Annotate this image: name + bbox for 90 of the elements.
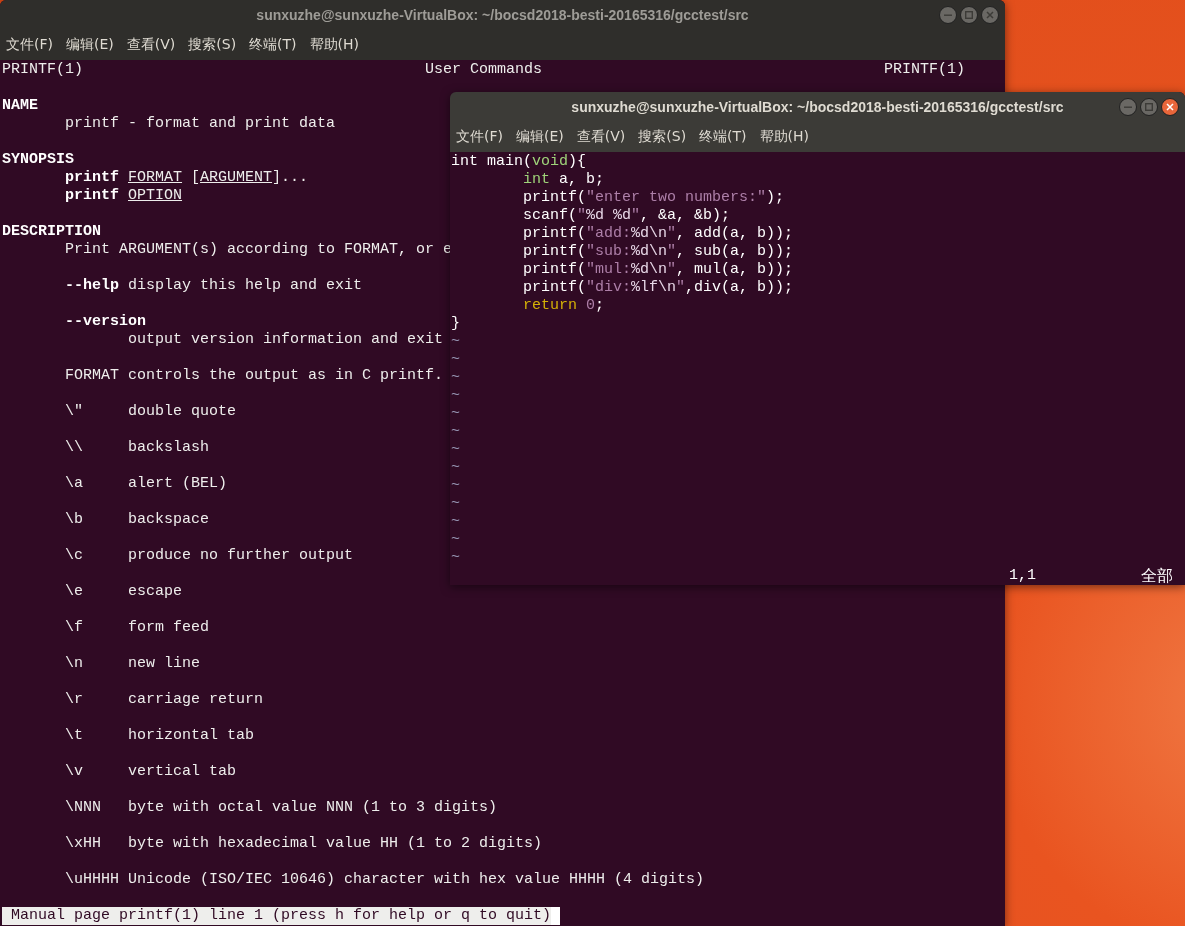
code-line: int main(void){ bbox=[451, 153, 587, 171]
escape-description: produce no further output bbox=[128, 547, 354, 565]
section-heading: DESCRIPTION bbox=[2, 223, 102, 241]
window-title: sunxuzhe@sunxuzhe-VirtualBox: ~/bocsd2018-besti-20165316/gcctest/src bbox=[571, 99, 1064, 115]
escape-description: form feed bbox=[128, 619, 209, 637]
escape-code: \t bbox=[65, 727, 84, 745]
maximize-icon bbox=[965, 11, 973, 19]
empty-line-marker: ~ bbox=[451, 423, 460, 441]
escape-description: new line bbox=[128, 655, 200, 673]
section-heading: SYNOPSIS bbox=[2, 151, 74, 169]
man-text: printf OPTION bbox=[64, 187, 183, 205]
empty-line-marker: ~ bbox=[451, 531, 460, 549]
empty-line-marker: ~ bbox=[451, 513, 460, 531]
escape-code: \uHHHH bbox=[65, 871, 120, 889]
escape-description: byte with hexadecimal value HH (1 to 2 digits) bbox=[128, 835, 543, 853]
escape-description: horizontal tab bbox=[128, 727, 255, 745]
scroll-position: 全部 bbox=[1141, 567, 1173, 585]
menu-item[interactable]: 文件(F) bbox=[456, 128, 503, 146]
escape-code: \a bbox=[65, 475, 84, 493]
man-text: --version bbox=[64, 313, 146, 331]
escape-code: \\ bbox=[65, 439, 84, 457]
escape-code: \n bbox=[65, 655, 84, 673]
code-line: printf("enter two numbers:"); bbox=[522, 189, 785, 207]
empty-line-marker: ~ bbox=[451, 369, 460, 387]
empty-line-marker: ~ bbox=[451, 459, 460, 477]
man-text: printf - format and print data bbox=[64, 115, 336, 133]
empty-line-marker: ~ bbox=[451, 549, 460, 567]
pager-status: Manual page printf(1) line 1 (press h for help or q to quit) bbox=[2, 907, 552, 925]
escape-code: \c bbox=[65, 547, 84, 565]
menu-item[interactable]: 编辑(E) bbox=[516, 128, 564, 146]
escape-code: \e bbox=[65, 583, 84, 601]
man-text: output version information and exit bbox=[127, 331, 444, 349]
man-text: printf FORMAT [ARGUMENT]... bbox=[64, 169, 309, 187]
empty-line-marker: ~ bbox=[451, 477, 460, 495]
minimize-button[interactable] bbox=[939, 6, 957, 24]
text-cursor bbox=[551, 907, 561, 925]
code-line: printf("add:%d\n", add(a, b)); bbox=[522, 225, 794, 243]
code-line: } bbox=[451, 315, 460, 333]
empty-line-marker: ~ bbox=[451, 495, 460, 513]
escape-description: Unicode (ISO/IEC 10646) character with hex value HHHH (4 digits) bbox=[128, 871, 705, 889]
escape-code: \NNN bbox=[65, 799, 102, 817]
maximize-icon bbox=[1145, 103, 1153, 111]
escape-description: carriage return bbox=[128, 691, 264, 709]
menu-item[interactable]: 帮助(H) bbox=[309, 36, 360, 54]
menu-item[interactable]: 终端(T) bbox=[699, 128, 747, 146]
menu-item[interactable]: 搜索(S) bbox=[188, 36, 237, 54]
escape-code: \r bbox=[65, 691, 84, 709]
code-line: printf("sub:%d\n", sub(a, b)); bbox=[522, 243, 794, 261]
cursor-position: 1,1 bbox=[1009, 567, 1036, 585]
code-line: return 0; bbox=[522, 297, 605, 315]
escape-description: vertical tab bbox=[128, 763, 237, 781]
escape-description: byte with octal value NNN (1 to 3 digits) bbox=[128, 799, 498, 817]
man-text: --help display this help and exit bbox=[64, 277, 363, 295]
man-text: FORMAT controls the output as in C printf. bbox=[64, 367, 444, 385]
section-heading: NAME bbox=[2, 97, 38, 115]
maximize-button[interactable] bbox=[960, 6, 978, 24]
escape-code: \" bbox=[65, 403, 84, 421]
menu-item[interactable]: 查看(V) bbox=[126, 36, 176, 54]
empty-line-marker: ~ bbox=[451, 441, 460, 459]
escape-description: alert (BEL) bbox=[128, 475, 228, 493]
escape-code: \xHH bbox=[65, 835, 102, 853]
menu-item[interactable]: 文件(F) bbox=[6, 36, 53, 54]
man-header: PRINTF(1) bbox=[884, 61, 965, 79]
menu-item[interactable]: 编辑(E) bbox=[66, 36, 114, 54]
escape-description: double quote bbox=[128, 403, 237, 421]
escape-description: backslash bbox=[128, 439, 209, 457]
escape-code: \v bbox=[65, 763, 84, 781]
escape-description: backspace bbox=[128, 511, 209, 529]
empty-line-marker: ~ bbox=[451, 405, 460, 423]
code-line: scanf("%d %d", &a, &b); bbox=[522, 207, 731, 225]
escape-description: escape bbox=[128, 583, 182, 601]
close-icon bbox=[1166, 103, 1174, 111]
code-line: printf("div:%lf\n",div(a, b)); bbox=[522, 279, 794, 297]
empty-line-marker: ~ bbox=[451, 333, 460, 351]
code-line: int a, b; bbox=[522, 171, 605, 189]
menu-item[interactable]: 帮助(H) bbox=[759, 128, 810, 146]
menu-item[interactable]: 终端(T) bbox=[249, 36, 297, 54]
close-button[interactable] bbox=[1161, 98, 1179, 116]
menu-item[interactable]: 搜索(S) bbox=[638, 128, 687, 146]
window-title: sunxuzhe@sunxuzhe-VirtualBox: ~/bocsd2018-besti-20165316/gcctest/src bbox=[256, 7, 749, 23]
close-icon bbox=[986, 11, 994, 19]
escape-code: \b bbox=[65, 511, 84, 529]
man-header: PRINTF(1) bbox=[2, 61, 83, 79]
empty-line-marker: ~ bbox=[451, 351, 460, 369]
code-line: printf("mul:%d\n", mul(a, b)); bbox=[522, 261, 794, 279]
menu-item[interactable]: 查看(V) bbox=[576, 128, 626, 146]
escape-code: \f bbox=[65, 619, 84, 637]
minimize-button[interactable] bbox=[1119, 98, 1137, 116]
empty-line-marker: ~ bbox=[451, 387, 460, 405]
man-header: User Commands bbox=[425, 61, 542, 79]
